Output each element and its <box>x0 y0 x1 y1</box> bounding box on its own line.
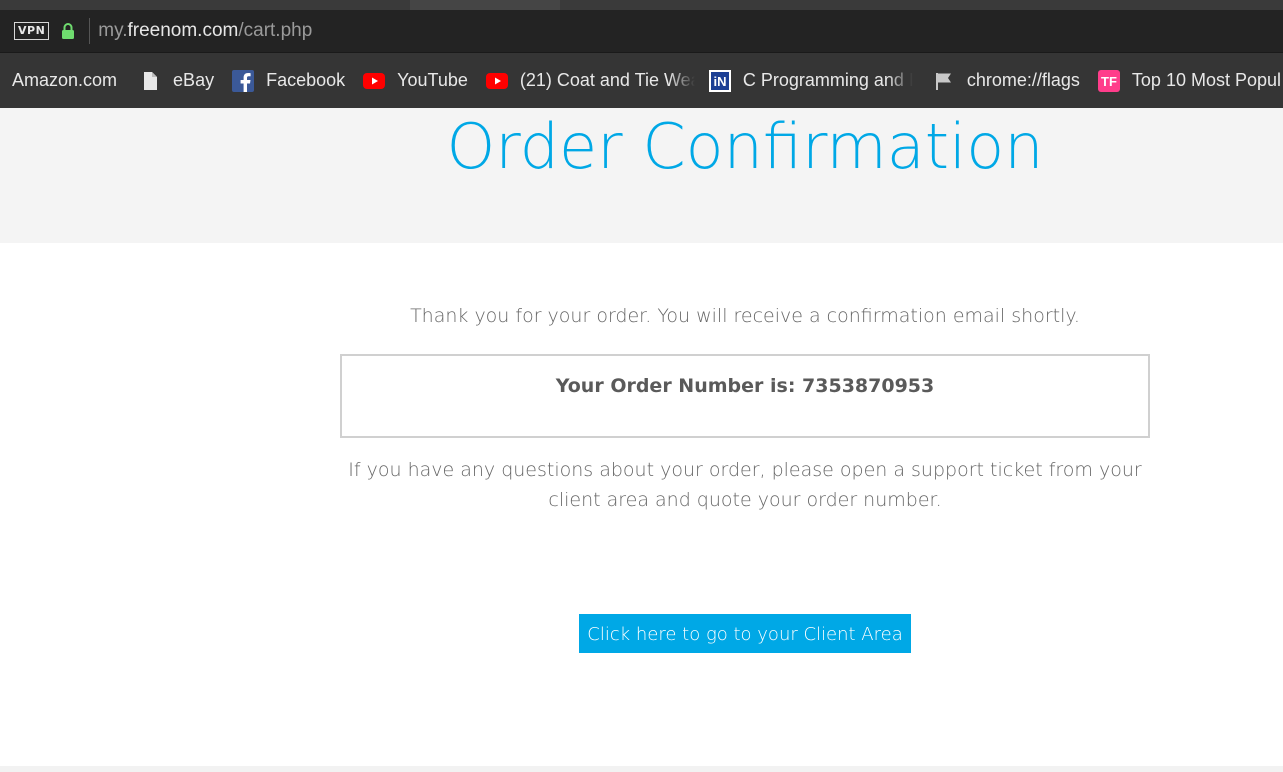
bookmark-top-10[interactable]: TF Top 10 Most Popul <box>1097 66 1282 96</box>
url-path: /cart.php <box>238 20 313 41</box>
url-host: freenom.com <box>127 20 239 41</box>
bookmark-label: chrome://flags <box>966 70 1080 90</box>
page-icon <box>144 71 158 90</box>
thank-you-message: Thank you for your order. You will recei… <box>410 305 1080 327</box>
youtube-icon <box>485 72 508 89</box>
bookmark-label: eBay <box>173 70 215 90</box>
order-number-box: Your Order Number is: 7353870953 <box>340 354 1150 438</box>
bookmark-label: YouTube <box>397 70 468 90</box>
bookmarks-bar: Amazon.com eBay Facebook YouTube (21) Co… <box>0 53 1283 108</box>
svg-text:iN: iN <box>713 74 726 89</box>
bookmark-ebay[interactable]: eBay <box>139 66 214 96</box>
support-info-line-2: client area and quote your order number. <box>548 489 942 511</box>
order-number: Your Order Number is: 7353870953 <box>555 375 935 397</box>
facebook-icon <box>232 69 255 92</box>
youtube-icon <box>363 72 386 89</box>
bookmark-label: C Programming and I <box>742 70 913 90</box>
flag-icon <box>935 72 951 90</box>
in-icon: iN <box>708 69 731 92</box>
page-header: Order Confirmation <box>0 108 1283 243</box>
tab-strip <box>0 0 1283 10</box>
address-bar[interactable]: VPN my.freenom.com/cart.php <box>0 10 1283 53</box>
client-area-button[interactable]: Click here to go to your Client Area <box>579 614 911 653</box>
tf-icon: TF <box>1097 69 1120 92</box>
address-separator <box>89 18 91 44</box>
bookmark-label: Top 10 Most Popul <box>1131 70 1282 90</box>
svg-text:TF: TF <box>1101 74 1117 89</box>
bookmark-youtube[interactable]: YouTube <box>363 66 468 96</box>
bookmark-label: Facebook <box>266 70 346 90</box>
support-info-text: If you have any questions about your ord… <box>340 455 1150 515</box>
bookmark-chrome-flags[interactable]: chrome://flags <box>933 66 1080 96</box>
bookmark-label: (21) Coat and Tie Wea <box>519 70 695 90</box>
bookmark-facebook[interactable]: Facebook <box>232 66 345 96</box>
url-field[interactable]: my.freenom.com/cart.php <box>98 20 312 42</box>
lock-icon[interactable] <box>61 22 75 40</box>
footer-divider <box>0 766 1283 772</box>
bookmark-label: Amazon.com <box>12 70 118 90</box>
url-prefix: my. <box>98 20 128 41</box>
bookmark-amazon[interactable]: Amazon.com <box>12 66 117 96</box>
bookmark-coat-and-tie[interactable]: (21) Coat and Tie Wea <box>485 66 695 96</box>
support-info-line-1: If you have any questions about your ord… <box>348 459 1142 481</box>
vpn-badge[interactable]: VPN <box>14 22 50 40</box>
active-tab[interactable] <box>410 0 560 10</box>
page-title: Order Confirmation <box>446 110 1044 183</box>
bookmark-c-programming[interactable]: iN C Programming and I <box>708 66 913 96</box>
